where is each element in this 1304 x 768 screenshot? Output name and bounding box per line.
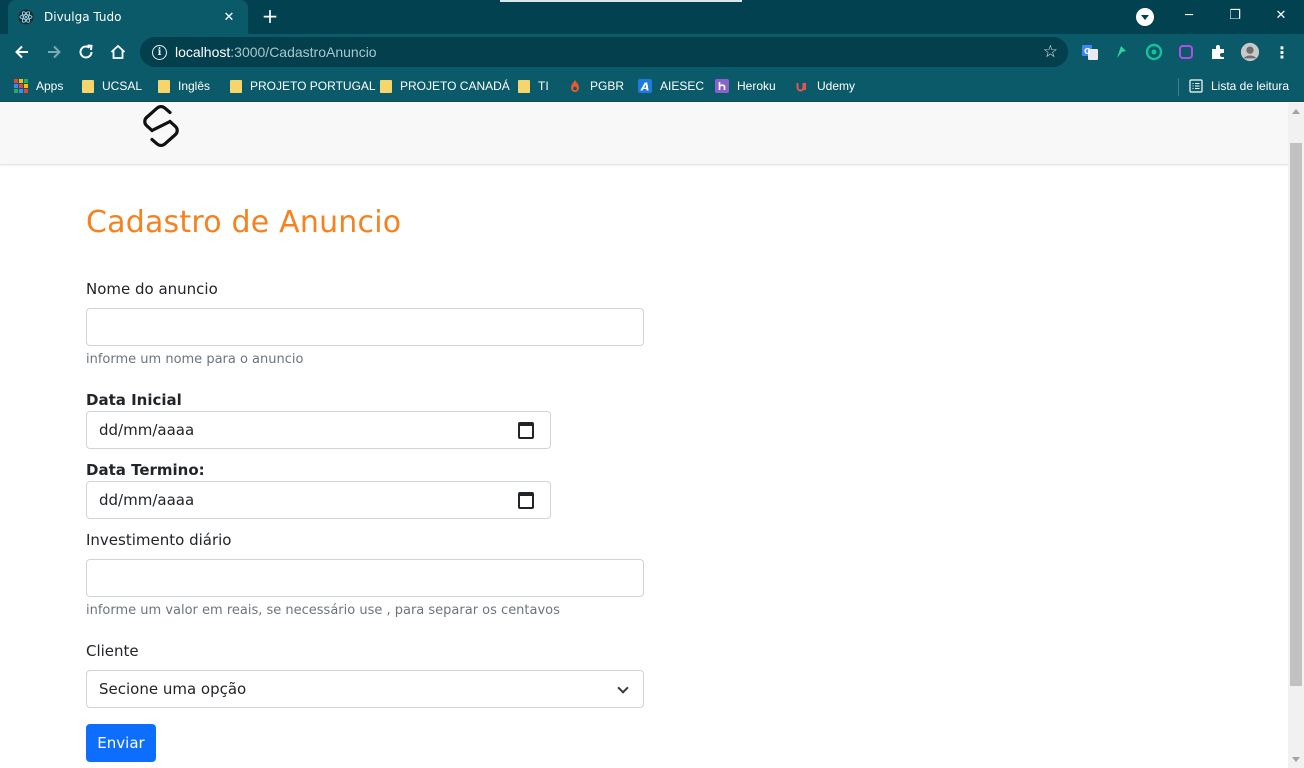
profile-avatar[interactable] bbox=[1240, 42, 1260, 62]
reading-list-label: Lista de leitura bbox=[1211, 79, 1290, 93]
scroll-down-arrow-icon[interactable] bbox=[1292, 757, 1300, 762]
bookmark-label: AIESEC bbox=[660, 79, 705, 93]
bookmark-label: PGBR bbox=[590, 79, 625, 93]
folder-icon bbox=[518, 79, 530, 93]
bookmark-label: PROJETO CANADÁ bbox=[400, 79, 510, 93]
calendar-icon[interactable] bbox=[518, 492, 534, 509]
bookmarks-separator bbox=[1178, 78, 1179, 96]
bookmark-projeto-canada[interactable]: PROJETO CANADÁ bbox=[380, 77, 510, 95]
cliente-selected-value: Secione uma opção bbox=[99, 680, 247, 698]
bookmark-label: UCSAL bbox=[102, 79, 143, 93]
site-info-icon[interactable]: i bbox=[152, 44, 167, 60]
browser-tab-active[interactable]: Divulga Tudo ✕ bbox=[8, 0, 248, 34]
bookmark-apps[interactable]: Apps bbox=[14, 77, 63, 95]
reading-list-icon bbox=[1189, 79, 1203, 93]
bookmark-label: Udemy bbox=[817, 79, 856, 93]
bookmark-ucsal[interactable]: UCSAL bbox=[82, 77, 142, 95]
react-favicon-icon bbox=[18, 9, 34, 25]
apps-grid-icon bbox=[14, 79, 28, 93]
reload-icon[interactable] bbox=[73, 39, 99, 65]
back-arrow-icon[interactable] bbox=[9, 39, 35, 65]
address-bar[interactable]: i localhost:3000/CadastroAnuncio ☆ bbox=[140, 37, 1068, 67]
bookmark-heroku[interactable]: Heroku bbox=[715, 77, 776, 95]
restore-button[interactable]: ❐ bbox=[1212, 0, 1258, 30]
reading-list-button[interactable]: Lista de leitura bbox=[1189, 77, 1289, 95]
minimize-button[interactable]: ─ bbox=[1166, 0, 1212, 30]
new-tab-button[interactable]: + bbox=[258, 4, 282, 28]
pgbr-icon bbox=[568, 79, 582, 93]
submit-button[interactable]: Enviar bbox=[86, 724, 156, 762]
google-translate-icon[interactable]: G bbox=[1080, 42, 1100, 62]
browser-tab-strip: Divulga Tudo ✕ + ─ ❐ ✕ bbox=[0, 0, 1304, 34]
data-inicial-label: Data Inicial bbox=[86, 391, 182, 409]
bookmark-label: PROJETO PORTUGAL bbox=[250, 79, 376, 93]
bookmark-projeto-portugal[interactable]: PROJETO PORTUGAL bbox=[230, 77, 376, 95]
tab-search-icon[interactable] bbox=[1136, 8, 1154, 26]
page-scrollbar[interactable] bbox=[1288, 103, 1304, 768]
close-window-button[interactable]: ✕ bbox=[1258, 0, 1304, 30]
bookmark-label: Heroku bbox=[737, 79, 776, 93]
extension-bird-icon[interactable] bbox=[1112, 42, 1132, 62]
cliente-label: Cliente bbox=[86, 642, 139, 660]
url-path: :3000/CadastroAnuncio bbox=[230, 44, 377, 60]
svg-text:A: A bbox=[640, 81, 650, 94]
tab-title: Divulga Tudo bbox=[44, 10, 122, 24]
nome-input[interactable] bbox=[86, 308, 644, 346]
tab-strip-highlight bbox=[500, 0, 742, 2]
aiesec-icon: A bbox=[638, 79, 652, 94]
nome-label: Nome do anuncio bbox=[86, 280, 218, 298]
cliente-select[interactable]: Secione uma opção bbox=[86, 670, 644, 708]
bookmark-label: TI bbox=[538, 79, 549, 93]
udemy-icon bbox=[795, 79, 809, 93]
bookmark-label: Apps bbox=[36, 79, 64, 93]
folder-icon bbox=[158, 79, 170, 93]
bookmark-udemy[interactable]: Udemy bbox=[795, 77, 855, 95]
site-logo[interactable] bbox=[138, 103, 184, 149]
investimento-label: Investimento diário bbox=[86, 531, 232, 549]
bookmark-star-icon[interactable]: ☆ bbox=[1043, 42, 1058, 62]
investimento-help-text: informe um valor em reais, se necessário… bbox=[86, 603, 560, 618]
bookmark-aiesec[interactable]: A AIESEC bbox=[638, 77, 704, 95]
folder-icon bbox=[230, 79, 242, 93]
home-icon[interactable] bbox=[105, 39, 131, 65]
folder-icon bbox=[380, 79, 392, 93]
grammarly-icon[interactable] bbox=[1144, 42, 1164, 62]
data-termino-placeholder: dd/mm/aaaa bbox=[99, 491, 195, 509]
nome-help-text: informe um nome para o anuncio bbox=[86, 352, 304, 367]
bookmark-ingles[interactable]: Inglês bbox=[158, 77, 210, 95]
page-title: Cadastro de Anuncio bbox=[86, 205, 402, 240]
browser-toolbar: i localhost:3000/CadastroAnuncio ☆ G ⋮ bbox=[0, 34, 1304, 70]
data-inicial-input[interactable]: dd/mm/aaaa bbox=[86, 411, 551, 449]
extensions-puzzle-icon[interactable] bbox=[1208, 42, 1228, 62]
folder-icon bbox=[82, 79, 94, 93]
site-navbar bbox=[0, 103, 1288, 165]
data-termino-label: Data Termino: bbox=[86, 461, 205, 479]
scroll-thumb[interactable] bbox=[1290, 143, 1302, 686]
data-termino-input[interactable]: dd/mm/aaaa bbox=[86, 481, 551, 519]
url-host: localhost bbox=[175, 44, 231, 60]
chevron-down-icon bbox=[617, 682, 629, 694]
bookmark-label: Inglês bbox=[178, 79, 211, 93]
page-viewport: Cadastro de Anuncio Nome do anuncio info… bbox=[0, 103, 1304, 768]
bookmark-ti[interactable]: TI bbox=[518, 77, 549, 95]
svg-text:G: G bbox=[1084, 47, 1091, 56]
bookmarks-bar: Apps UCSAL Inglês PROJETO PORTUGAL PROJE… bbox=[0, 70, 1304, 102]
heroku-icon bbox=[715, 79, 729, 93]
investimento-input[interactable] bbox=[86, 559, 644, 597]
tab-close-icon[interactable]: ✕ bbox=[220, 10, 238, 25]
extension-purple-icon[interactable] bbox=[1176, 42, 1196, 62]
scroll-up-arrow-icon[interactable] bbox=[1292, 109, 1300, 114]
browser-menu-icon[interactable]: ⋮ bbox=[1272, 42, 1292, 62]
data-inicial-placeholder: dd/mm/aaaa bbox=[99, 421, 195, 439]
bookmark-pgbr[interactable]: PGBR bbox=[568, 77, 624, 95]
forward-arrow-icon[interactable] bbox=[41, 39, 67, 65]
calendar-icon[interactable] bbox=[518, 422, 534, 439]
